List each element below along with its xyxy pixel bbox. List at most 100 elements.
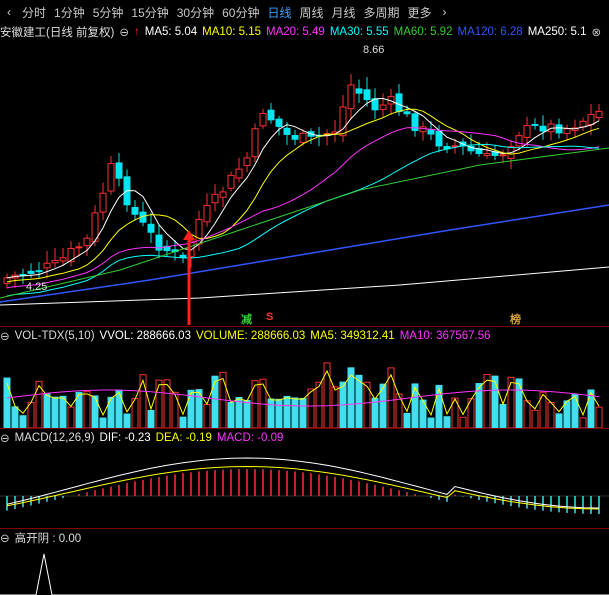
- tab-weekly[interactable]: 周线: [295, 4, 327, 21]
- candle-body: [131, 207, 139, 215]
- ma10-value: MA10: 5.15: [202, 26, 261, 38]
- dropdown-icon[interactable]: ⊖: [0, 329, 10, 343]
- candle-body: [395, 93, 403, 113]
- gkyin-header: ⊖ 高开阴 : 0.00: [0, 530, 609, 546]
- ma30-value: MA30: 5.55: [329, 26, 389, 38]
- vvol-value: VVOL: 288666.03: [99, 330, 191, 342]
- volume-bar: [19, 415, 27, 428]
- candle-body: [379, 104, 387, 110]
- tab-30min[interactable]: 30分钟: [173, 4, 218, 21]
- jian-signal: 减: [241, 314, 252, 326]
- dropdown-icon[interactable]: ⊖: [0, 531, 10, 545]
- tab-fenshi[interactable]: 分时: [18, 4, 50, 21]
- ma5-line: [6, 97, 600, 279]
- low-price-label: 4.25: [26, 281, 48, 293]
- dea-value: DEA: -0.19: [155, 432, 212, 444]
- candle-body: [363, 89, 371, 101]
- volume-bar: [67, 406, 75, 428]
- volume-bar: [83, 391, 91, 428]
- candle-body: [51, 259, 59, 264]
- candle-body: [83, 237, 91, 247]
- volume-bar: [323, 362, 331, 428]
- tab-5min[interactable]: 5分钟: [89, 4, 128, 21]
- candle-body: [419, 126, 427, 133]
- volume-bar: [283, 395, 291, 428]
- candle-body: [275, 118, 283, 127]
- volume-chart[interactable]: [0, 344, 609, 428]
- tab-more[interactable]: 更多: [404, 4, 436, 21]
- volume-bar: [123, 413, 131, 428]
- candle-body: [243, 157, 251, 167]
- chevron-left-icon[interactable]: ‹: [0, 5, 18, 19]
- up-arrow-icon: ↑: [134, 26, 140, 38]
- candle-body: [27, 270, 35, 274]
- dropdown-icon[interactable]: ⊖: [119, 25, 129, 39]
- candle-body: [67, 248, 75, 263]
- vol-ma10-value: MA10: 367567.56: [399, 330, 491, 342]
- bang-signal: 榜: [510, 314, 521, 326]
- candle-body: [403, 111, 411, 115]
- ma250-line: [0, 266, 609, 306]
- tab-multi-period[interactable]: 多周期: [360, 4, 404, 21]
- ma20-value: MA20: 5.49: [266, 26, 325, 38]
- candle-body: [219, 191, 227, 198]
- candle-body: [267, 109, 275, 121]
- close-icon[interactable]: ⊗: [592, 25, 602, 39]
- period-toolbar: ‹ 分时 1分钟 5分钟 15分钟 30分钟 60分钟 日线 周线 月线 多周期…: [0, 0, 609, 24]
- volume-bar: [3, 377, 11, 428]
- candle-body: [283, 127, 291, 135]
- tab-1min[interactable]: 1分钟: [50, 4, 89, 21]
- s-signal: S: [266, 311, 274, 323]
- candlestick-chart[interactable]: [0, 40, 609, 325]
- panel-divider: [0, 326, 609, 327]
- ma120-line: [0, 204, 609, 303]
- volume-bar: [499, 403, 507, 428]
- volume-bar: [155, 379, 163, 428]
- dif-value: DIF: -0.23: [99, 432, 151, 444]
- volume-bar: [51, 396, 59, 428]
- volume-bar: [523, 400, 531, 428]
- candle-body: [35, 270, 43, 273]
- volume-bar: [115, 389, 123, 428]
- vol-title: VOL-TDX(5,10): [14, 330, 95, 342]
- volume-bar: [579, 417, 587, 428]
- candle-body: [251, 128, 259, 158]
- candle-body: [259, 112, 267, 127]
- ma60-line: [0, 147, 609, 299]
- gkyin-line: [0, 553, 609, 595]
- candle-body: [555, 124, 563, 134]
- dropdown-icon[interactable]: ⊖: [0, 431, 10, 445]
- candle-body: [75, 246, 83, 249]
- volume-bar: [507, 376, 515, 428]
- candle-body: [291, 135, 299, 140]
- volume-bar: [147, 409, 155, 428]
- tab-60min[interactable]: 60分钟: [218, 4, 263, 21]
- panel-divider: [0, 428, 609, 429]
- tab-monthly[interactable]: 月线: [328, 4, 360, 21]
- volume-bar: [99, 417, 107, 428]
- stock-title: 安徽建工(日线 前复权): [0, 27, 115, 39]
- tab-15min[interactable]: 15分钟: [127, 4, 172, 21]
- candle-body: [3, 277, 11, 284]
- candle-body: [299, 132, 307, 143]
- ma250-value: MA250: 5.1: [527, 26, 587, 38]
- candle-body: [43, 262, 51, 269]
- volume-bar: [243, 399, 251, 428]
- high-price-label: 8.66: [363, 44, 385, 56]
- macd-chart[interactable]: [0, 444, 609, 528]
- volume-bar: [459, 416, 467, 428]
- volume-bar: [403, 412, 411, 428]
- panel-divider: [0, 528, 609, 529]
- chevron-right-icon[interactable]: ›: [436, 5, 454, 19]
- gkyin-chart[interactable]: [0, 546, 609, 595]
- candle-body: [595, 110, 603, 118]
- tab-daily[interactable]: 日线: [263, 4, 295, 21]
- volume-bar: [547, 401, 555, 428]
- ma60-value: MA60: 5.92: [393, 26, 453, 38]
- volume-bar: [299, 397, 307, 428]
- volume-bar: [555, 413, 563, 428]
- volume-bar: [307, 388, 315, 428]
- volume-bar: [291, 397, 299, 428]
- candle-body: [427, 129, 435, 135]
- volume-bar: [571, 394, 579, 428]
